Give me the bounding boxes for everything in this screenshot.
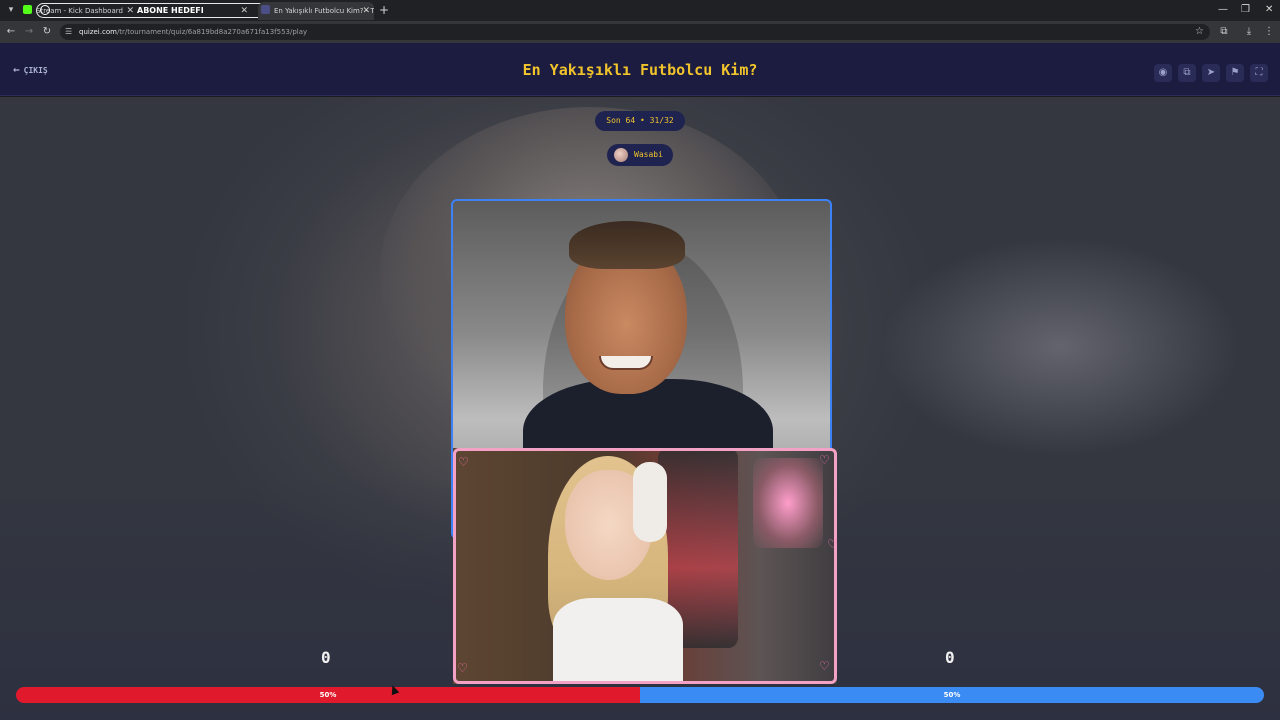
close-tab-icon[interactable]: ✕ [240, 2, 248, 20]
copy-icon[interactable]: ⧉ [1178, 64, 1196, 82]
reload-icon[interactable]: ↻ [40, 24, 54, 40]
pink-light [753, 458, 823, 548]
close-tab-icon[interactable]: ✕ [362, 2, 370, 20]
minimize-icon[interactable]: — [1218, 2, 1228, 18]
extensions-icon[interactable]: ⧉ [1217, 24, 1231, 40]
portrait-hair [569, 221, 685, 269]
close-window-icon[interactable]: ✕ [1265, 2, 1273, 18]
right-score: 0 [945, 648, 955, 667]
quiz-favicon-icon [261, 5, 270, 14]
page-title: En Yakışıklı Futbolcu Kim? [522, 61, 758, 79]
player-name: Wasabi [634, 150, 663, 159]
vote-progress-bar: 50% 50% [16, 687, 1264, 703]
send-icon[interactable]: ➤ [1202, 64, 1220, 82]
restore-icon[interactable]: ❐ [1241, 2, 1250, 18]
player-badge: Wasabi [607, 144, 673, 166]
overlay-ring-icon [40, 5, 50, 15]
heart-icon: ♡ [458, 455, 469, 469]
left-score: 0 [321, 648, 331, 667]
download-icon[interactable]: ⤓ [1242, 24, 1256, 40]
url-bar[interactable]: ☰ quizei.com/tr/tournament/quiz/6a819bd8… [60, 24, 1210, 40]
quiz-stage: Son 64 • 31/32 Wasabi ♡ ♡ ♡ ♡ ♡ 0 0 50% … [0, 97, 1280, 720]
heart-icon: ♡ [827, 537, 837, 551]
headset [633, 462, 667, 542]
header-toolbar: ◉ ⧉ ➤ ⚑ ⛶ [1148, 60, 1268, 82]
browser-tab-bar: ▾ Stream - Kick Dashboard ✕ ABONE HEDEFI… [0, 0, 1280, 21]
left-vote-percent: 50% [319, 691, 337, 699]
portrait-smile [599, 356, 653, 370]
tab-label: En Yakışıklı Futbolcu Kim? - Tie [274, 7, 374, 15]
url-text: quizei.com/tr/tournament/quiz/6a819bd8a2… [79, 28, 308, 36]
back-arrow-icon[interactable]: ← [4, 24, 18, 40]
streamer-webcam: ♡ ♡ ♡ ♡ ♡ [453, 448, 837, 684]
tab-quiz-active[interactable]: En Yakışıklı Futbolcu Kim? - Tie ✕ [258, 2, 374, 20]
round-indicator: Son 64 • 31/32 [595, 111, 685, 131]
flag-icon[interactable]: ⚑ [1226, 64, 1244, 82]
blurred-background-right [880, 237, 1240, 457]
fullscreen-icon[interactable]: ⛶ [1250, 64, 1268, 82]
eye-icon[interactable]: ◉ [1154, 64, 1172, 82]
heart-icon: ♡ [819, 659, 830, 673]
kick-favicon-icon [23, 5, 32, 14]
site-info-icon[interactable]: ☰ [65, 25, 72, 39]
heart-icon: ♡ [819, 453, 830, 467]
avatar [614, 148, 628, 162]
streamer-top [553, 598, 683, 684]
plus-icon[interactable]: + [379, 2, 389, 18]
heart-icon: ♡ [457, 661, 468, 675]
browser-address-bar: ← → ↻ ☰ quizei.com/tr/tournament/quiz/6a… [0, 21, 1280, 43]
browser-menu-icon[interactable]: ⋮ [1262, 24, 1276, 40]
tab-hidden-overlayed[interactable]: ✕ [140, 2, 252, 20]
tab-search-icon[interactable]: ▾ [4, 3, 18, 17]
right-vote-percent: 50% [943, 691, 961, 699]
forward-arrow-icon[interactable]: → [22, 24, 36, 40]
bookmark-star-icon[interactable]: ☆ [1195, 24, 1204, 40]
quiz-header: ← ÇIKIŞ En Yakışıklı Futbolcu Kim? ◉ ⧉ ➤ ⚑ ⛶ [0, 43, 1280, 96]
